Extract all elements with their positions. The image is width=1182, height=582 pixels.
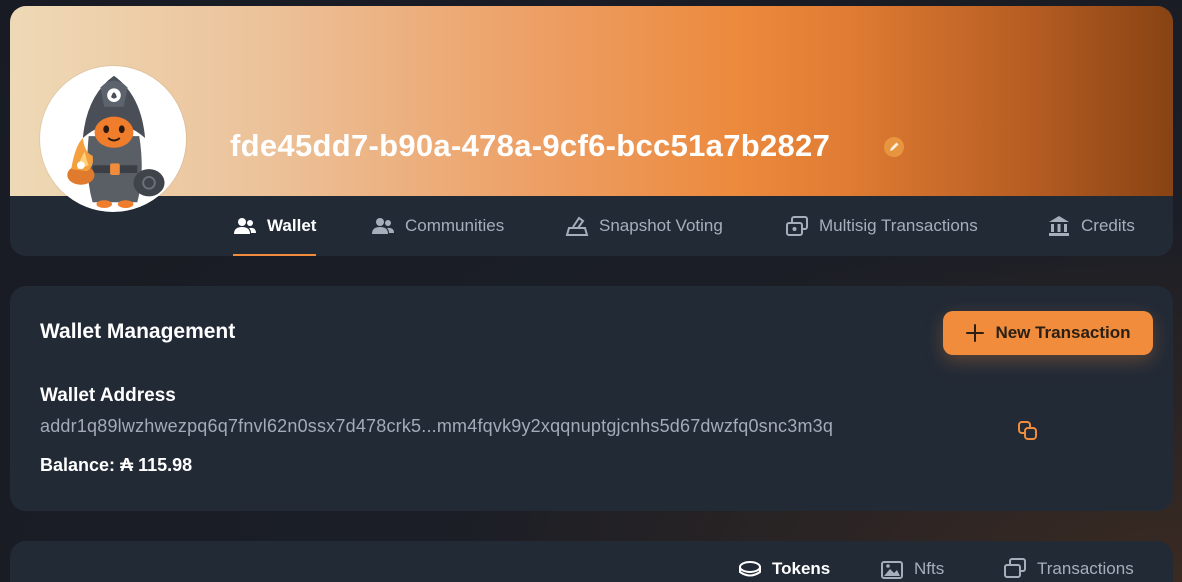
tab-credits[interactable]: Credits bbox=[1047, 196, 1135, 256]
tab-nfts[interactable]: Nfts bbox=[880, 557, 944, 581]
tab-communities-label: Communities bbox=[405, 216, 505, 235]
transactions-icon bbox=[1004, 558, 1026, 578]
tab-transactions-label: Transactions bbox=[1037, 559, 1134, 578]
hooded-mascot-avatar-icon bbox=[42, 68, 184, 210]
bank-icon bbox=[1049, 216, 1069, 236]
profile-banner bbox=[10, 6, 1173, 196]
image-icon bbox=[881, 561, 903, 579]
ballot-box-icon bbox=[565, 216, 589, 236]
tab-transactions[interactable]: Transactions bbox=[1003, 557, 1134, 581]
tab-communities[interactable]: Communities bbox=[371, 196, 504, 256]
new-transaction-label: New Transaction bbox=[995, 323, 1131, 342]
wallet-address-value: addr1q89lwzhwezpq6q7fnvl62n0ssx7d478crk5… bbox=[40, 416, 834, 436]
avatar[interactable] bbox=[40, 66, 186, 212]
wallet-management-heading: Wallet Management bbox=[40, 320, 236, 343]
pencil-icon[interactable] bbox=[883, 136, 905, 158]
tab-multisig-transactions[interactable]: Multisig Transactions bbox=[785, 196, 978, 256]
tab-snapshot-voting-label: Snapshot Voting bbox=[599, 216, 723, 235]
new-transaction-button[interactable]: New Transaction bbox=[943, 311, 1153, 355]
tab-snapshot-voting[interactable]: Snapshot Voting bbox=[565, 196, 723, 256]
wallet-management-card: Wallet Management New Transaction Wallet… bbox=[10, 286, 1173, 511]
wallet-address-label: Wallet Address bbox=[40, 385, 176, 406]
tab-wallet-label: Wallet bbox=[267, 216, 317, 235]
balance-label: Balance: bbox=[40, 455, 116, 475]
tab-multisig-transactions-label: Multisig Transactions bbox=[819, 216, 978, 235]
assets-card: Tokens Nfts Transactions bbox=[10, 541, 1173, 582]
tab-wallet[interactable]: Wallet bbox=[233, 196, 317, 256]
profile-title: fde45dd7-b90a-478a-9cf6-bcc51a7b2827 bbox=[230, 128, 831, 163]
users-icon bbox=[372, 218, 394, 234]
wallet-balance: Balance: ₳ 115.98 bbox=[40, 455, 192, 476]
profile-card: fde45dd7-b90a-478a-9cf6-bcc51a7b2827 Wal… bbox=[10, 6, 1173, 256]
tab-credits-label: Credits bbox=[1081, 216, 1135, 235]
tab-nfts-label: Nfts bbox=[914, 559, 945, 578]
plus-icon bbox=[966, 324, 985, 342]
tab-tokens[interactable]: Tokens bbox=[738, 557, 830, 581]
multisig-icon bbox=[786, 216, 808, 236]
copy-icon[interactable] bbox=[1017, 420, 1039, 442]
balance-value: ₳ 115.98 bbox=[120, 455, 193, 475]
coins-icon bbox=[739, 561, 761, 577]
profile-tabs: Wallet Communities Snapshot Voting Multi… bbox=[10, 196, 1173, 256]
tab-tokens-label: Tokens bbox=[772, 559, 831, 578]
users-icon bbox=[234, 218, 256, 234]
